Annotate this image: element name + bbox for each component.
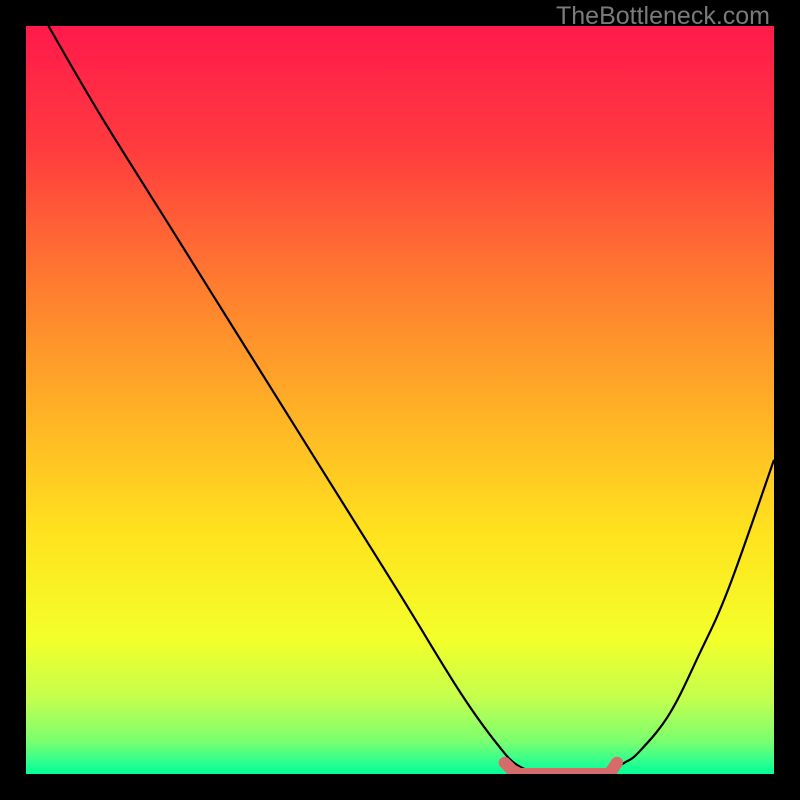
bottleneck-chart-svg <box>26 26 774 774</box>
chart-plot-area <box>26 26 774 774</box>
chart-frame <box>26 26 774 774</box>
chart-background-gradient <box>26 26 774 774</box>
